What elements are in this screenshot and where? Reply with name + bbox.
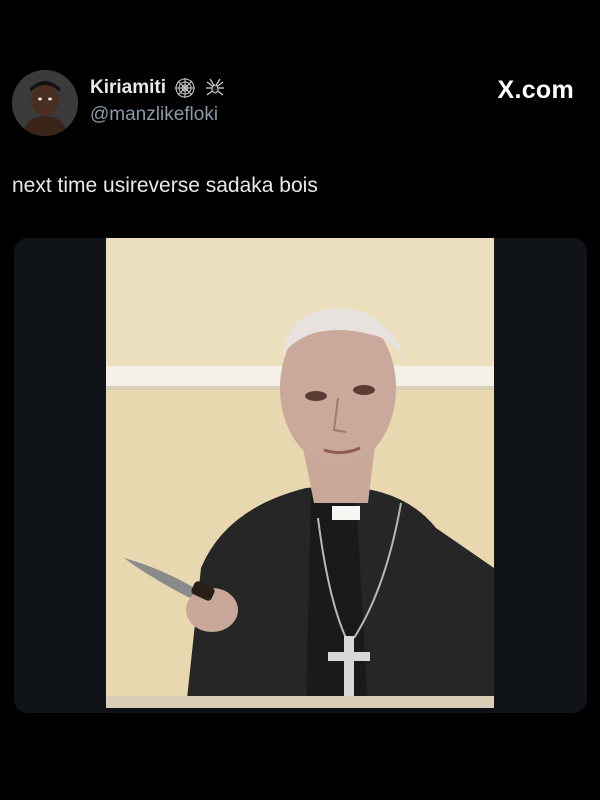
author-block: Kiriamiti @manzlikefloki (90, 76, 226, 126)
media-letterbox-right (494, 238, 587, 713)
video-still-illustration (106, 238, 494, 708)
avatar-image (12, 70, 78, 136)
video-still[interactable] (106, 238, 494, 708)
media-letterbox-left (14, 238, 106, 713)
display-name[interactable]: Kiriamiti (90, 77, 166, 99)
display-name-row: Kiriamiti (90, 76, 226, 100)
avatar[interactable] (12, 70, 78, 136)
spider-icon (204, 77, 226, 99)
tweet-text: next time usireverse sadaka bois (12, 174, 318, 197)
spiderweb-icon (174, 77, 196, 99)
tweet-header: Kiriamiti @manzlikefloki X.com (12, 70, 588, 136)
handle[interactable]: @manzlikefloki (90, 104, 226, 126)
tweet-media[interactable] (14, 238, 587, 713)
brand-label: X.com (497, 76, 574, 104)
